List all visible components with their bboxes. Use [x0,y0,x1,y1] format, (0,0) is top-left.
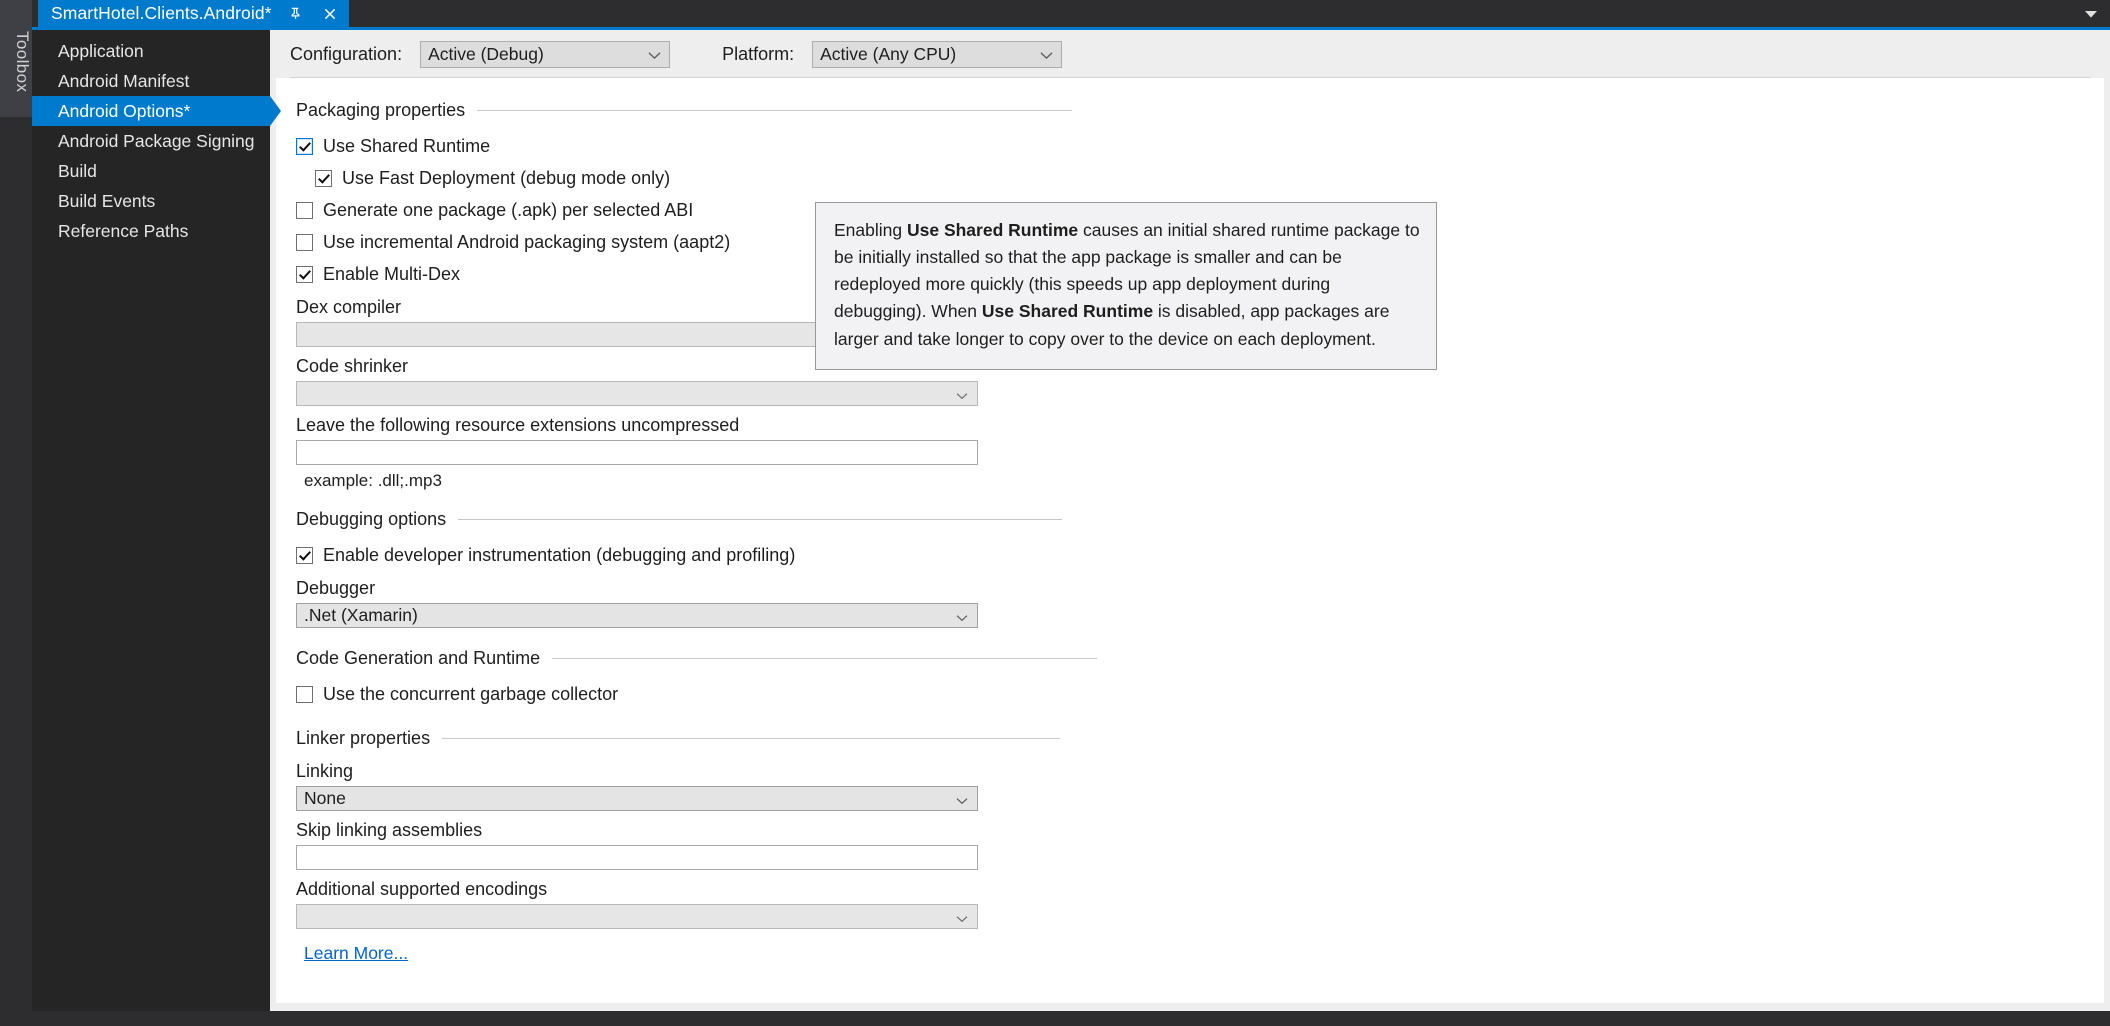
sidebar-item-label: Application [58,40,144,61]
document-tab[interactable]: SmartHotel.Clients.Android* [38,0,349,27]
sidebar-item-label: Reference Paths [58,220,189,241]
chevron-down-icon [956,383,968,404]
tooltip-text-segment-3: Use Shared Runtime [981,301,1154,322]
group-divider [552,658,1098,659]
property-pages-nav: Application Android Manifest Android Opt… [32,30,281,1011]
debugging-options-group-header: Debugging options [296,509,1296,530]
code-shrinker-dropdown[interactable] [296,381,978,406]
group-divider [477,110,1073,111]
debugger-label: Debugger [296,578,376,598]
checkbox-label: Enable Multi-Dex [323,264,461,284]
chevron-down-icon [648,44,661,65]
linker-properties-group-header: Linker properties [296,728,1296,749]
additional-encodings-label: Additional supported encodings [296,879,548,899]
checkbox-label: Use incremental Android packaging system… [323,232,731,252]
checkbox-row-developer-instrumentation[interactable]: Enable developer instrumentation (debugg… [296,542,1296,569]
group-title: Debugging options [296,509,447,529]
sidebar-item-label: Android Options* [58,100,191,121]
group-title: Linker properties [296,728,431,748]
checkbox-label: Use Fast Deployment (debug mode only) [342,168,671,188]
checkbox-row-concurrent-gc[interactable]: Use the concurrent garbage collector [296,681,1296,708]
sidebar-item-build-events[interactable]: Build Events [32,186,270,216]
debugger-value: .Net (Xamarin) [304,605,418,625]
checkbox-label: Generate one package (.apk) per selected… [323,200,694,220]
skip-linking-assemblies-field: Skip linking assemblies [296,820,1296,870]
sidebar-item-label: Android Package Signing [58,130,255,151]
platform-dropdown[interactable]: Active (Any CPU) [812,40,1063,68]
concurrent-gc-checkbox[interactable] [296,686,313,703]
uncompressed-extensions-input[interactable] [296,440,978,465]
enable-multi-dex-checkbox[interactable] [296,266,313,283]
uncompressed-extensions-label: Leave the following resource extensions … [296,415,740,435]
group-divider [442,738,1061,739]
chevron-down-icon [956,788,968,809]
additional-encodings-field: Additional supported encodings [296,879,1296,929]
tooltip-text-segment-1: Use Shared Runtime [906,220,1079,240]
group-title: Code Generation and Runtime [296,648,541,668]
document-tab-title: SmartHotel.Clients.Android* [51,3,272,23]
use-incremental-packaging-checkbox[interactable] [296,234,313,251]
chevron-down-icon [956,605,968,626]
status-bar [0,1011,2110,1026]
sidebar-item-label: Build [58,160,97,181]
use-fast-deployment-checkbox[interactable] [315,170,332,187]
group-divider [458,519,1063,520]
close-icon[interactable] [320,4,340,24]
pin-icon[interactable] [286,4,306,24]
tab-accent-underline [32,27,2110,30]
checkbox-label: Use Shared Runtime [323,136,491,156]
linking-dropdown[interactable]: None [296,786,978,811]
toolbox-label: Toolbox [13,30,32,93]
debugger-dropdown[interactable]: .Net (Xamarin) [296,603,978,628]
skip-linking-assemblies-input[interactable] [296,845,978,870]
checkbox-label: Use the concurrent garbage collector [323,684,619,704]
chevron-down-icon [956,906,968,927]
sidebar-item-label: Android Manifest [58,70,190,91]
sidebar-item-reference-paths[interactable]: Reference Paths [32,216,270,246]
configuration-dropdown[interactable]: Active (Debug) [420,40,671,68]
debugger-field: Debugger .Net (Xamarin) [296,578,1296,628]
sidebar-item-build[interactable]: Build [32,156,270,186]
sidebar-item-label: Build Events [58,190,156,211]
sidebar-item-android-options[interactable]: Android Options* [32,96,281,126]
configuration-value: Active (Debug) [428,43,544,64]
tooltip-text-segment-0: Enabling [834,220,907,240]
platform-label: Platform: [722,43,795,64]
sidebar-item-android-package-signing[interactable]: Android Package Signing [32,126,270,156]
checkbox-row-use-fast-deployment[interactable]: Use Fast Deployment (debug mode only) [296,165,1296,192]
linking-value: None [304,788,346,808]
checkbox-label: Enable developer instrumentation (debugg… [323,545,796,565]
code-generation-group-header: Code Generation and Runtime [296,648,1296,669]
document-tab-row: SmartHotel.Clients.Android* [32,0,2110,27]
additional-encodings-dropdown[interactable] [296,904,978,929]
sidebar-item-application[interactable]: Application [32,36,270,66]
skip-linking-assemblies-label: Skip linking assemblies [296,820,483,840]
linking-label: Linking [296,761,354,781]
platform-value: Active (Any CPU) [820,43,957,64]
toolbox-strip: Toolbox [0,0,32,1026]
android-options-page: Configuration: Active (Debug) Platform: … [270,30,2110,1011]
linking-field: Linking None [296,761,1296,811]
uncompressed-extensions-field: Leave the following resource extensions … [296,415,1296,491]
sidebar-item-android-manifest[interactable]: Android Manifest [32,66,270,96]
configuration-toolbar: Configuration: Active (Debug) Platform: … [270,30,2110,78]
uncompressed-extensions-hint: example: .dll;.mp3 [304,471,442,490]
checkbox-row-use-shared-runtime[interactable]: Use Shared Runtime [296,133,1296,160]
generate-one-package-checkbox[interactable] [296,202,313,219]
developer-instrumentation-checkbox[interactable] [296,547,313,564]
chevron-down-icon [1040,44,1053,65]
packaging-properties-group-header: Packaging properties [296,100,1296,121]
learn-more-link[interactable]: Learn More... [304,943,408,964]
visual-studio-window: Toolbox SmartHotel.Clients.Android* Appl… [0,0,2110,1026]
tab-overflow-chevron-down-icon[interactable] [2082,6,2100,22]
use-shared-runtime-tooltip: Enabling Use Shared Runtime causes an in… [815,202,1437,370]
group-title: Packaging properties [296,100,466,120]
configuration-label: Configuration: [290,43,403,64]
use-shared-runtime-checkbox[interactable] [296,138,313,155]
